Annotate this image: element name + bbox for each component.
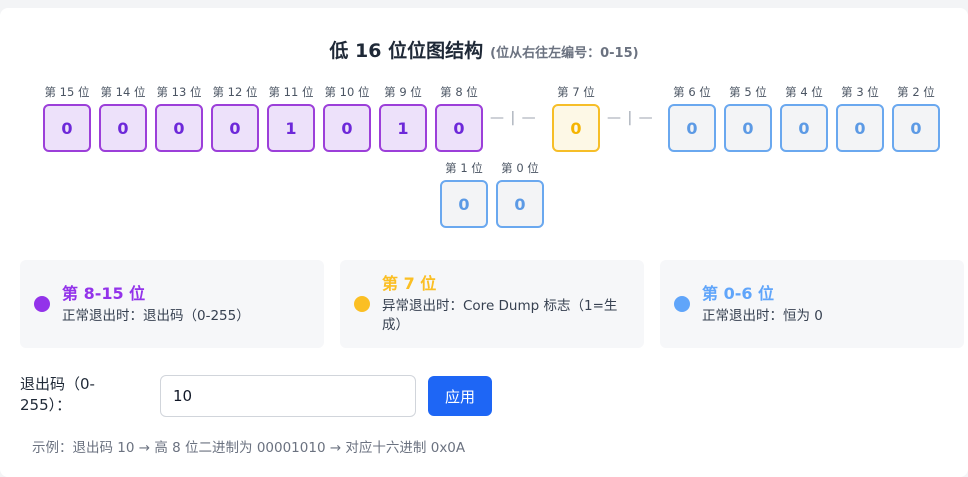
bit-label: 第 15 位 — [44, 85, 90, 99]
bit-value: 0 — [435, 104, 483, 152]
bit-label: 第 13 位 — [156, 85, 202, 99]
apply-button[interactable]: 应用 — [428, 376, 492, 416]
bit-label: 第 7 位 — [557, 85, 595, 99]
legend-low-bits: 第 0-6 位 正常退出时：恒为 0 — [660, 260, 964, 348]
legend-high-bits: 第 8-15 位 正常退出时：退出码（0-255） — [20, 260, 324, 348]
bit-11: 第 11 位 1 — [267, 84, 315, 152]
bit-4: 第 4 位 0 — [780, 84, 828, 152]
bit-14: 第 14 位 0 — [99, 84, 147, 152]
bit-label: 第 3 位 — [841, 85, 879, 99]
legend-title: 第 7 位 — [382, 274, 437, 293]
bit-15: 第 15 位 0 — [43, 84, 91, 152]
legend-desc: 正常退出时：退出码（0-255） — [62, 307, 250, 324]
legend-desc: 异常退出时：Core Dump 标志（1=生成） — [382, 298, 618, 333]
exit-code-label: 退出码（0-255）： — [20, 375, 95, 414]
bit-6: 第 6 位 0 — [668, 84, 716, 152]
bit-label: 第 5 位 — [729, 85, 767, 99]
bit-value: 0 — [440, 180, 488, 228]
bit-value: 0 — [43, 104, 91, 152]
bit-value: 1 — [267, 104, 315, 152]
page-subtitle: (位从右往左编号：0-15) — [490, 46, 639, 61]
page-title: 低 16 位位图结构 — [329, 40, 484, 62]
bit-value: 0 — [724, 104, 772, 152]
legend-title: 第 8-15 位 — [62, 283, 146, 303]
bit-value: 0 — [323, 104, 371, 152]
bit-1: 第 1 位 0 — [440, 160, 488, 228]
bit-label: 第 6 位 — [673, 85, 711, 99]
page-header: 低 16 位位图结构 (位从右往左编号：0-15) — [0, 36, 968, 63]
bit-label: 第 2 位 — [897, 85, 935, 99]
bit-value: 0 — [836, 104, 884, 152]
bit-value: 0 — [496, 180, 544, 228]
bit-label: 第 9 位 — [384, 85, 422, 99]
bit-label: 第 11 位 — [268, 85, 314, 99]
bit-value: 0 — [892, 104, 940, 152]
separator: — | — — [490, 110, 537, 126]
bit-value: 0 — [668, 104, 716, 152]
bit-value: 0 — [552, 104, 600, 152]
bit-label: 第 12 位 — [212, 85, 258, 99]
legend-title: 第 0-6 位 — [702, 283, 775, 303]
bit-value: 1 — [379, 104, 427, 152]
bit-value: 0 — [211, 104, 259, 152]
example-text: 示例：退出码 10 → 高 8 位二进制为 00001010 → 对应十六进制 … — [32, 440, 466, 456]
exit-code-input[interactable] — [160, 375, 416, 417]
bit-0: 第 0 位 0 — [496, 160, 544, 228]
bit-2: 第 2 位 0 — [892, 84, 940, 152]
bit-value: 0 — [155, 104, 203, 152]
bit-value: 0 — [780, 104, 828, 152]
purple-dot-icon — [34, 296, 50, 312]
bit-13: 第 13 位 0 — [155, 84, 203, 152]
bit-5: 第 5 位 0 — [724, 84, 772, 152]
bit-10: 第 10 位 0 — [323, 84, 371, 152]
bit-label: 第 1 位 — [445, 161, 483, 175]
bit-9: 第 9 位 1 — [379, 84, 427, 152]
bit-value: 0 — [99, 104, 147, 152]
bit-12: 第 12 位 0 — [211, 84, 259, 152]
bit-label: 第 0 位 — [501, 161, 539, 175]
bit-label: 第 14 位 — [100, 85, 146, 99]
bit-8: 第 8 位 0 — [435, 84, 483, 152]
legend-core-bit: 第 7 位 异常退出时：Core Dump 标志（1=生成） — [340, 260, 644, 348]
bit-label: 第 8 位 — [440, 85, 478, 99]
blue-dot-icon — [674, 296, 690, 312]
bit-3: 第 3 位 0 — [836, 84, 884, 152]
bit-label: 第 10 位 — [324, 85, 370, 99]
bit-label: 第 4 位 — [785, 85, 823, 99]
separator: — | — — [607, 110, 654, 126]
legend-desc: 正常退出时：恒为 0 — [702, 307, 823, 324]
bit-7: 第 7 位 0 — [552, 84, 600, 152]
yellow-dot-icon — [354, 296, 370, 312]
